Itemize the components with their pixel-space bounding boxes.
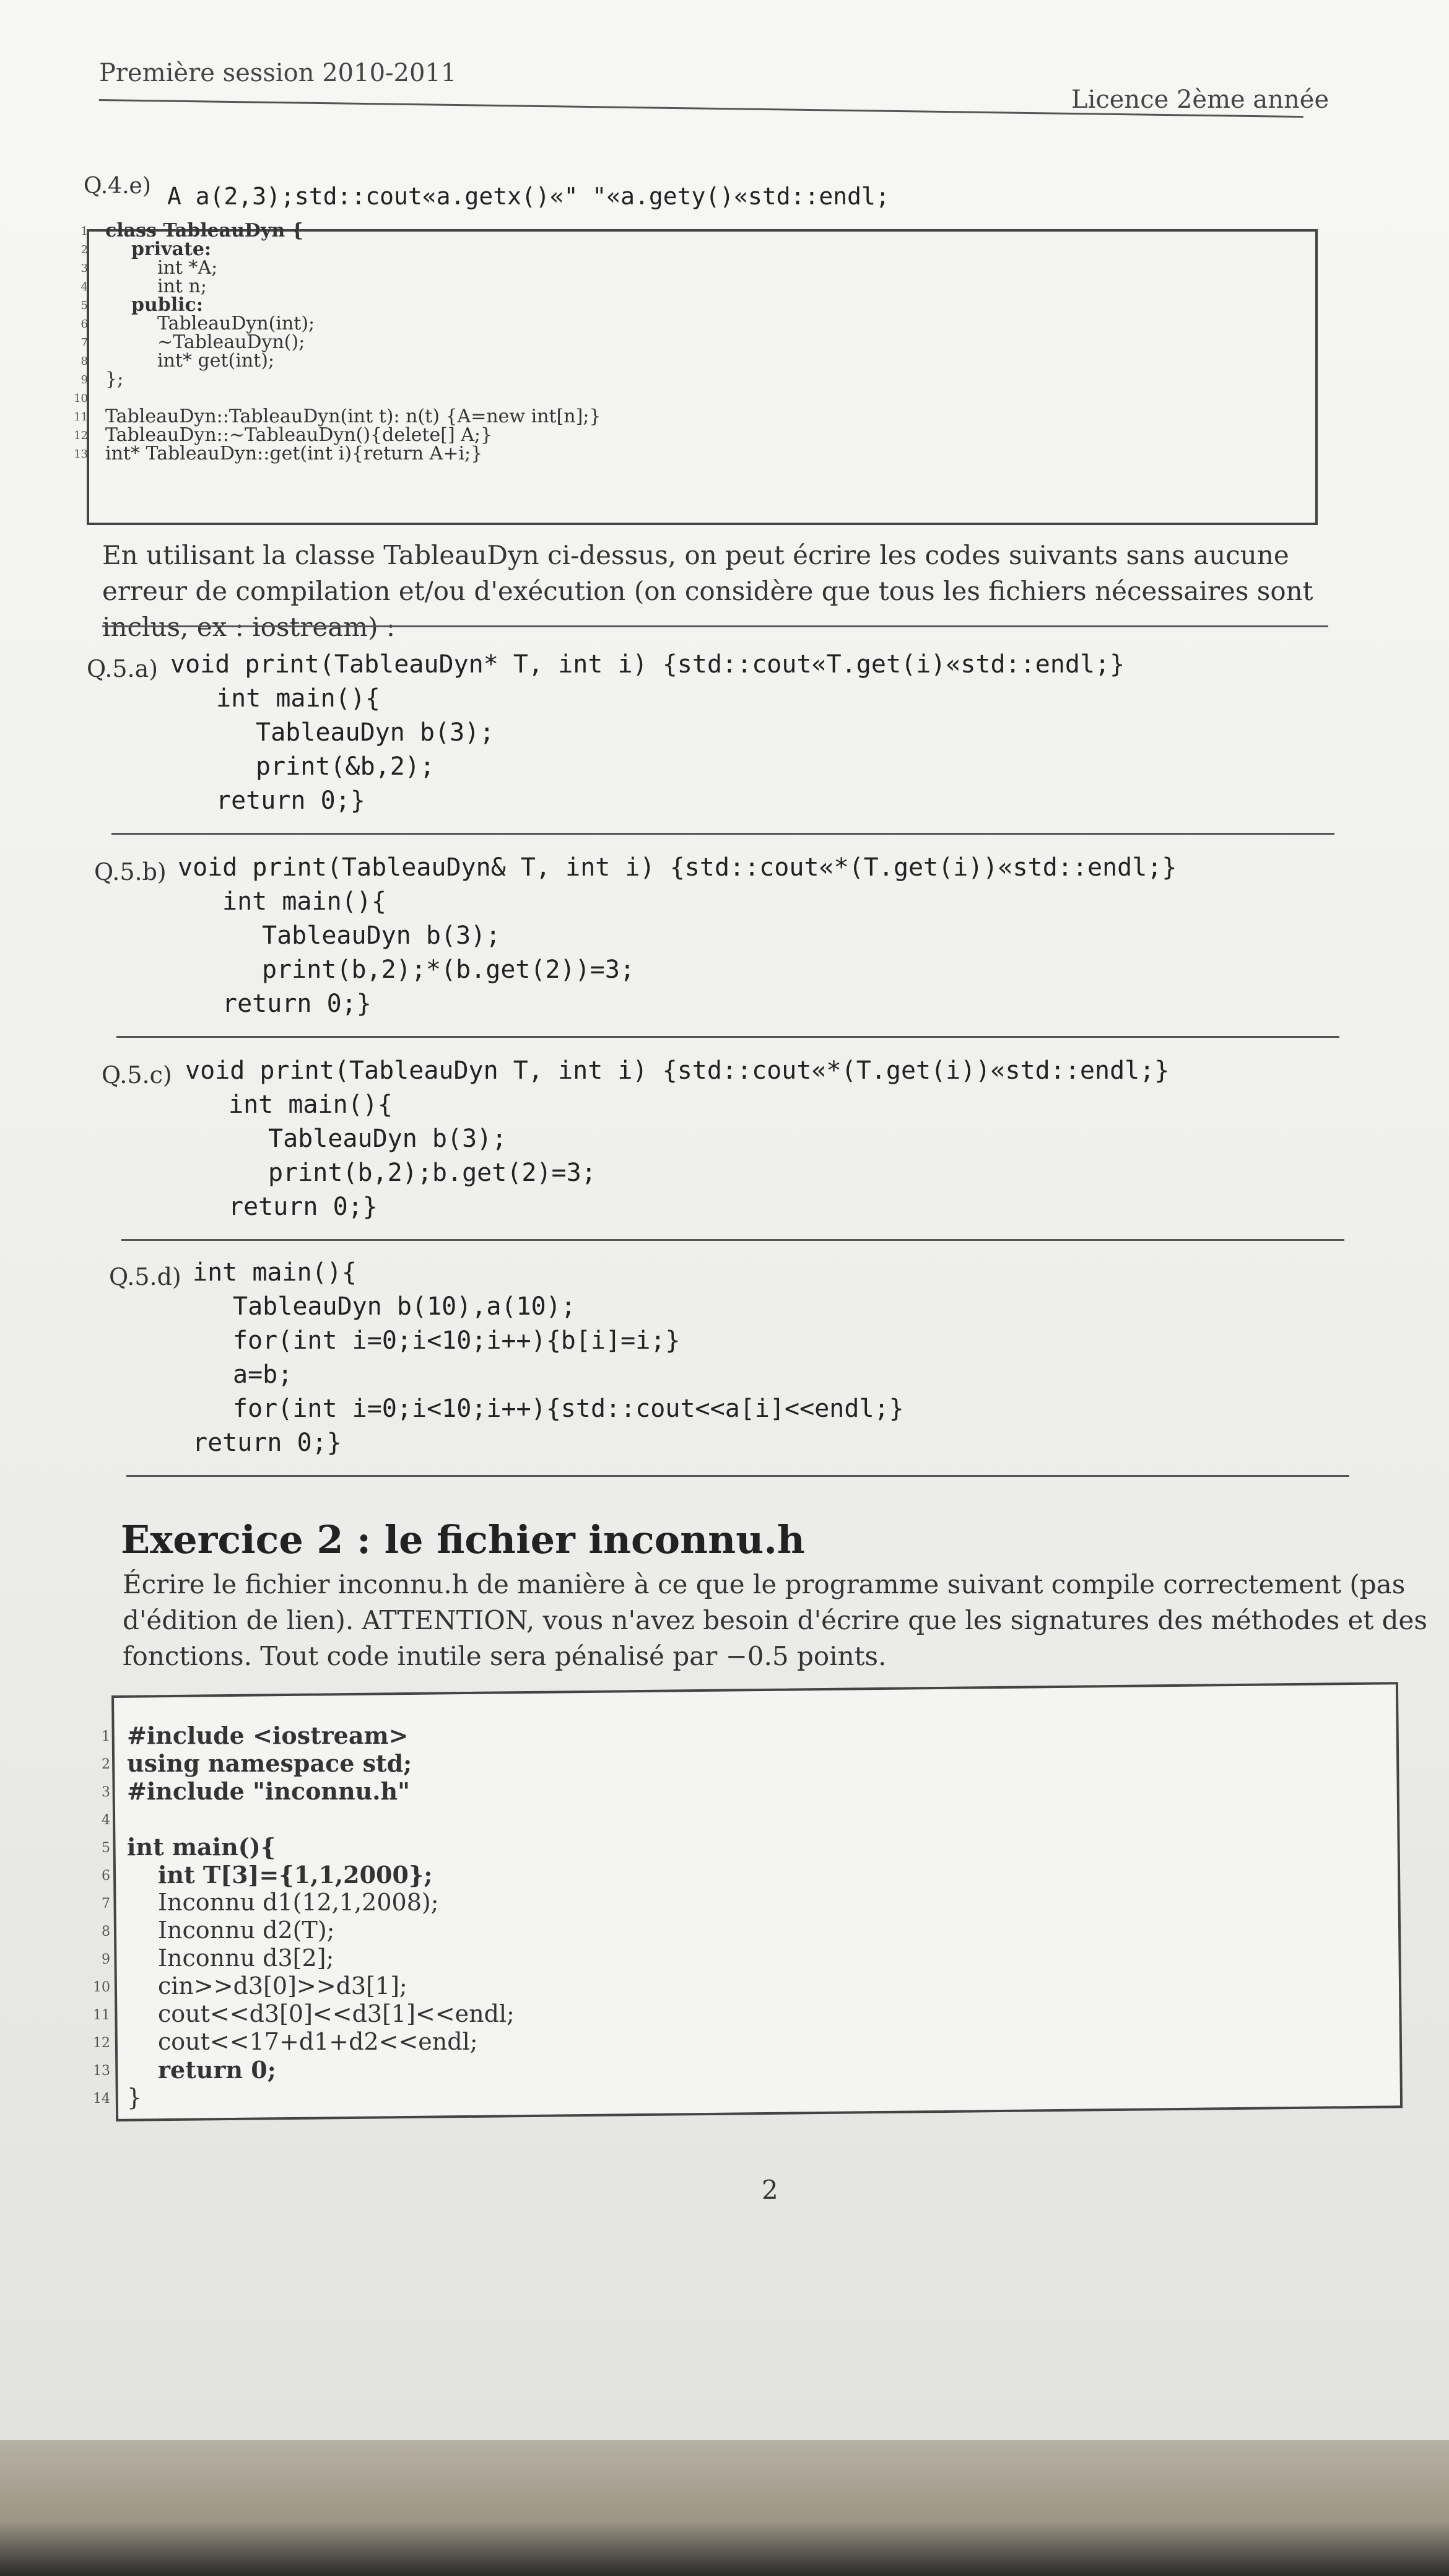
code-line: int T[3]={1,1,2000}; xyxy=(158,1861,433,1889)
code-line: int main(){ xyxy=(127,1833,276,1861)
line-number: 7 xyxy=(80,336,88,349)
question-label: Q.5.a) xyxy=(87,655,159,682)
level-header: Licence 2ème année xyxy=(1071,85,1329,114)
line-number: 3 xyxy=(80,262,88,275)
line-number: 13 xyxy=(74,448,88,461)
line-number: 4 xyxy=(80,281,88,294)
question-code-line: TableauDyn b(3); xyxy=(262,921,501,950)
question-divider xyxy=(111,833,1334,835)
code-line: int* get(int); xyxy=(157,350,275,372)
question-divider xyxy=(116,1036,1339,1038)
paragraph-line: d'édition de lien). ATTENTION, vous n'av… xyxy=(123,1605,1427,1635)
line-number: 5 xyxy=(102,1840,110,1856)
line-number: 10 xyxy=(93,1980,110,1995)
question-divider xyxy=(126,1475,1349,1477)
line-number: 4 xyxy=(102,1812,110,1828)
line-number: 1 xyxy=(102,1729,110,1744)
code-line: cout<<d3[0]<<d3[1]<<endl; xyxy=(158,2000,515,2027)
question-code-line: print(b,2);*(b.get(2))=3; xyxy=(262,955,635,984)
question-code-line: return 0;} xyxy=(216,786,365,815)
question-code-line: int main(){ xyxy=(228,1090,393,1119)
question-code-line: a=b; xyxy=(233,1360,293,1389)
desk-background xyxy=(0,2440,1449,2576)
question-code-line: return 0;} xyxy=(222,990,372,1018)
line-number: 8 xyxy=(80,355,88,368)
question-code-line: for(int i=0;i<10;i++){b[i]=i;} xyxy=(233,1326,681,1355)
line-number: 12 xyxy=(74,429,88,442)
code-line: Inconnu d3[2]; xyxy=(158,1944,334,1972)
question-code-line: print(&b,2); xyxy=(256,752,435,781)
question-code-line: return 0;} xyxy=(193,1429,342,1457)
paragraph-line: Écrire le fichier inconnu.h de manière à… xyxy=(123,1569,1406,1599)
line-number: 8 xyxy=(102,1924,110,1939)
question-code-line: int main(){ xyxy=(216,684,380,713)
line-number: 10 xyxy=(74,392,88,405)
line-number: 12 xyxy=(93,2035,110,2051)
line-number: 11 xyxy=(74,411,88,424)
code-line: #include <iostream> xyxy=(127,1721,409,1749)
paragraph-line: fonctions. Tout code inutile sera pénali… xyxy=(123,1641,887,1671)
line-number: 9 xyxy=(102,1952,110,1967)
line-number: 9 xyxy=(80,373,88,386)
rule-intro xyxy=(102,625,1328,627)
code-line: using namespace std; xyxy=(127,1749,412,1777)
question-code-line: int main(){ xyxy=(222,887,386,916)
line-number: 3 xyxy=(102,1785,110,1800)
code-line: return 0; xyxy=(158,2056,276,2084)
question-code-line: void print(TableauDyn* T, int i) {std::c… xyxy=(170,650,1125,679)
line-number: 2 xyxy=(80,243,88,256)
exercise-2-title: Exercice 2 : le fichier inconnu.h xyxy=(121,1517,805,1562)
code-line: cin>>d3[0]>>d3[1]; xyxy=(158,1972,407,1999)
question-code-line: TableauDyn b(10),a(10); xyxy=(233,1292,576,1321)
code-line: int* TableauDyn::get(int i){return A+i;} xyxy=(105,443,483,464)
page-number: 2 xyxy=(762,2175,778,2205)
code-line: }; xyxy=(105,368,124,390)
question-divider xyxy=(121,1239,1344,1241)
question-code-line: int main(){ xyxy=(193,1258,357,1287)
question-code-line: print(b,2);b.get(2)=3; xyxy=(268,1159,596,1187)
session-header: Première session 2010-2011 xyxy=(99,59,457,87)
question-code-line: void print(TableauDyn& T, int i) {std::c… xyxy=(178,853,1177,882)
question-label: Q.5.b) xyxy=(94,858,167,886)
line-number: 7 xyxy=(102,1896,110,1912)
line-number: 11 xyxy=(93,2008,110,2023)
question-code-line: return 0;} xyxy=(228,1193,378,1221)
line-number: 13 xyxy=(93,2063,110,2079)
line-number: 1 xyxy=(80,225,88,238)
line-number: 2 xyxy=(102,1757,110,1772)
question-code-line: void print(TableauDyn T, int i) {std::co… xyxy=(185,1056,1170,1085)
question-code-line: TableauDyn b(3); xyxy=(256,718,495,747)
code-line: #include "inconnu.h" xyxy=(127,1777,410,1805)
code-line: cout<<17+d1+d2<<endl; xyxy=(158,2028,478,2055)
listing-tableaudyn xyxy=(87,229,1318,525)
line-number: 5 xyxy=(80,299,88,312)
intro-paragraph: En utilisant la classe TableauDyn ci-des… xyxy=(102,540,1313,642)
line-number: 6 xyxy=(80,318,88,331)
code-line: Inconnu d2(T); xyxy=(158,1917,335,1944)
question-code-line: TableauDyn b(3); xyxy=(268,1125,507,1153)
q4e-label: Q.4.e) xyxy=(84,173,151,199)
code-line: } xyxy=(127,2084,142,2111)
question-label: Q.5.d) xyxy=(109,1263,181,1290)
q4e-code: A a(2,3);std::cout«a.getx()«" "«a.gety()… xyxy=(167,183,890,210)
question-label: Q.5.c) xyxy=(102,1061,172,1089)
question-code-line: for(int i=0;i<10;i++){std::cout<<a[i]<<e… xyxy=(233,1395,904,1423)
line-number: 14 xyxy=(93,2091,110,2107)
code-line: Inconnu d1(12,1,2008); xyxy=(158,1889,439,1916)
exam-page: Première session 2010-2011 Licence 2ème … xyxy=(0,0,1449,2452)
line-number: 6 xyxy=(102,1868,110,1884)
